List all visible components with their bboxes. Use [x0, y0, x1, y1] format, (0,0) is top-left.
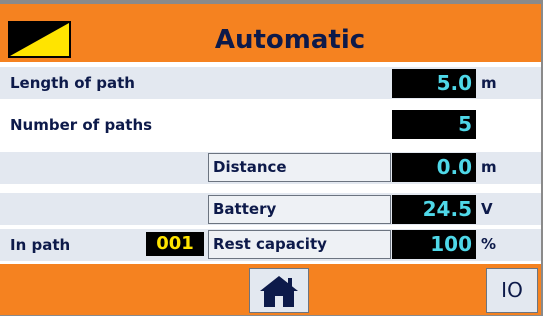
battery-unit: V	[481, 200, 493, 218]
hmi-screen: Automatic Length of path 5.0 m Number of…	[0, 0, 543, 315]
distance-unit: m	[481, 158, 497, 176]
header-bar: Automatic	[0, 4, 541, 62]
rest-capacity-value: 100	[392, 230, 476, 259]
io-button[interactable]: IO	[486, 268, 538, 313]
page-title: Automatic	[214, 25, 366, 55]
ramp-icon[interactable]	[8, 21, 71, 58]
in-path-value: 001	[146, 232, 204, 256]
home-button[interactable]	[249, 268, 309, 313]
battery-label: Battery	[208, 195, 391, 224]
number-of-paths-value[interactable]: 5	[392, 110, 476, 139]
in-path-label: In path	[10, 236, 71, 254]
rest-capacity-unit: %	[481, 235, 497, 253]
length-of-path-label: Length of path	[10, 74, 135, 92]
distance-label: Distance	[208, 153, 391, 182]
number-of-paths-label: Number of paths	[10, 116, 153, 134]
distance-value: 0.0	[392, 153, 476, 182]
length-of-path-unit: m	[481, 74, 497, 92]
length-of-path-value[interactable]: 5.0	[392, 69, 476, 98]
rest-capacity-label: Rest capacity	[208, 230, 391, 259]
home-icon	[260, 276, 298, 307]
battery-value: 24.5	[392, 195, 476, 224]
